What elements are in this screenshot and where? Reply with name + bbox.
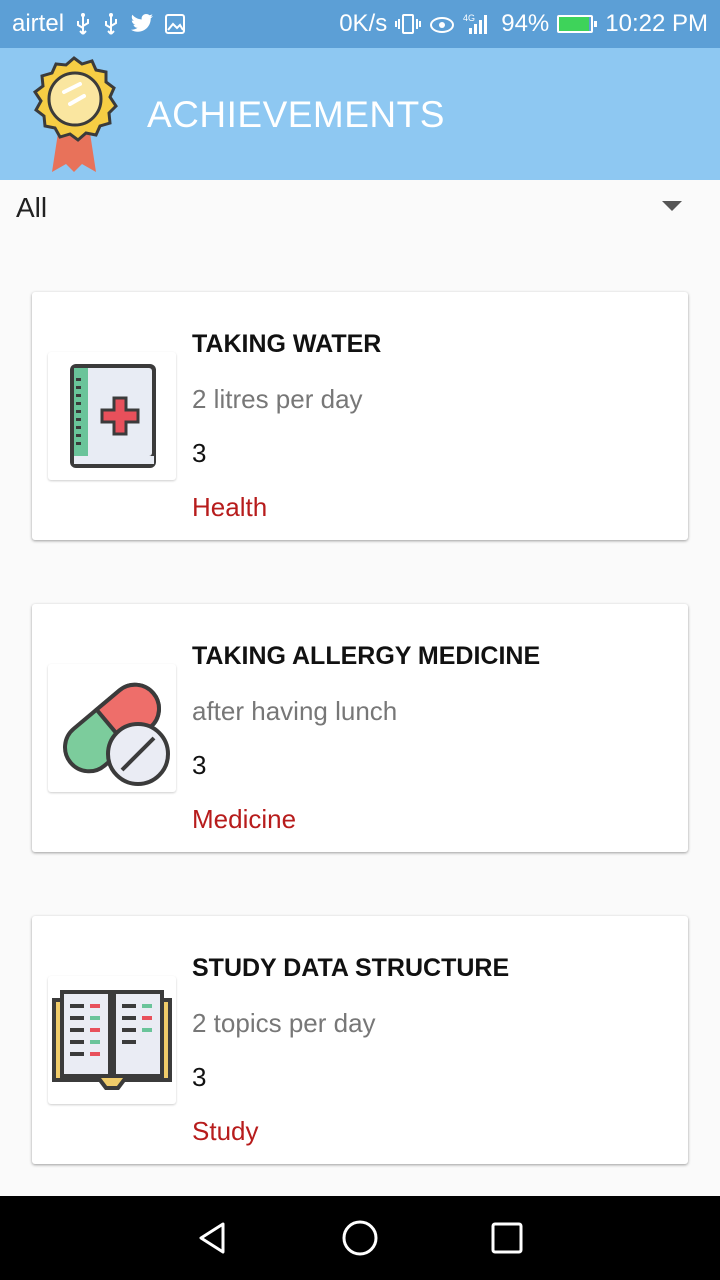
filter-selected-value: All [16,192,48,223]
carrier-label: airtel [12,10,65,37]
battery-fill [559,17,590,31]
achievement-title: STUDY DATA STRUCTURE [192,954,510,982]
status-bar: airtel 0K/s 4G 94% 10:22 PM [0,0,720,48]
usb-icon [74,12,92,36]
achievement-description: after having lunch [192,696,398,726]
achievement-card[interactable]: TAKING ALLERGY MEDICINE after having lun… [32,604,688,852]
app-bar: ACHIEVEMENTS [0,48,720,180]
system-nav-bar [0,1196,720,1280]
clock: 10:22 PM [605,10,708,37]
achievement-card[interactable]: STUDY DATA STRUCTURE 2 topics per day 3 … [32,916,688,1164]
page-title: ACHIEVEMENTS [147,94,445,135]
battery-percent: 94% [501,10,550,37]
pills-icon [48,664,176,792]
gallery-icon [164,13,186,35]
achievement-description: 2 litres per day [192,384,363,414]
back-icon[interactable] [183,1208,243,1268]
dropdown-arrow-icon[interactable] [662,201,682,211]
network-speed: 0K/s [339,10,388,37]
battery-icon [557,15,598,33]
achievement-category: Medicine [192,804,297,834]
award-ribbon-icon [22,52,126,172]
achievement-card[interactable]: TAKING WATER 2 litres per day 3 Health [32,292,688,540]
twitter-icon [130,14,154,34]
home-icon[interactable] [330,1208,390,1268]
recent-apps-icon[interactable] [477,1208,537,1268]
achievement-count: 3 [192,750,207,780]
achievement-title: TAKING WATER [192,330,382,358]
achievement-category: Study [192,1116,259,1146]
signal-icon: 4G [463,12,493,36]
vibrate-icon [395,13,422,35]
category-filter-dropdown[interactable]: All [0,180,720,236]
achievement-category: Health [192,492,268,522]
open-book-icon [48,976,176,1104]
achievement-count: 3 [192,438,207,468]
achievement-count: 3 [192,1062,207,1092]
eye-icon [429,14,455,34]
achievement-title: TAKING ALLERGY MEDICINE [192,642,541,670]
network-type-label: 4G [463,13,475,23]
usb-icon [102,12,120,36]
medical-book-icon [48,352,176,480]
achievement-description: 2 topics per day [192,1008,376,1038]
